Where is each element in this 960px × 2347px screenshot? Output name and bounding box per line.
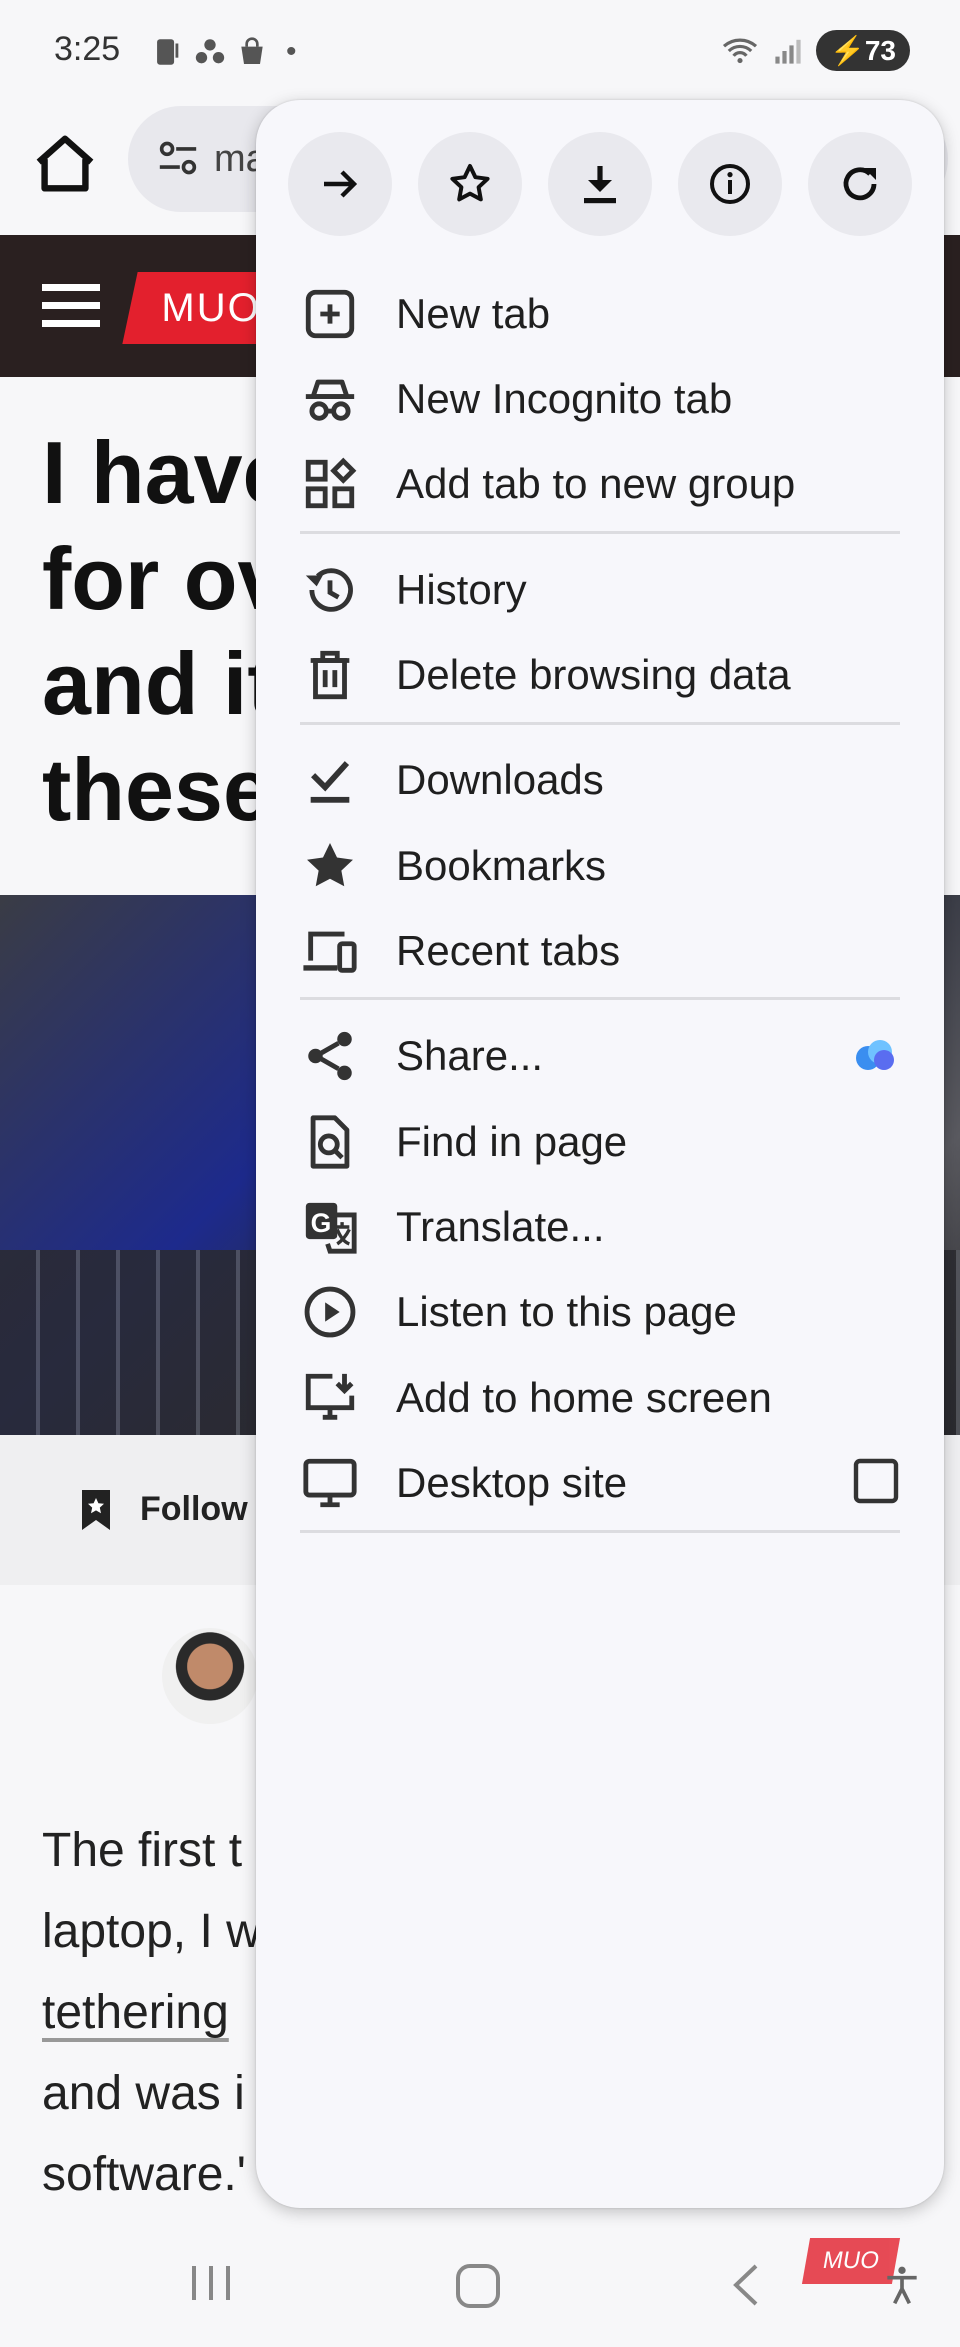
menu-item-label: Share...: [396, 1032, 544, 1079]
find-in-page-icon: [300, 1112, 360, 1172]
cloud-share-icon[interactable]: [850, 1034, 900, 1079]
bookmark-page-button[interactable]: [418, 132, 522, 236]
desktop-icon: [300, 1453, 360, 1513]
add-to-home-icon: [300, 1368, 360, 1428]
wifi-icon: [722, 38, 758, 63]
home-icon: [36, 135, 94, 192]
menu-item-label: Delete browsing data: [396, 651, 791, 698]
page-info-button[interactable]: [678, 132, 782, 236]
community-icon: [195, 39, 225, 64]
recents-icon: [192, 2266, 230, 2300]
nav-home-button[interactable]: [456, 2264, 500, 2308]
menu-divider: [300, 1530, 900, 1533]
new-tab-icon: [300, 284, 360, 344]
status-dot: •: [286, 35, 297, 68]
translate-icon: G: [300, 1197, 360, 1257]
incognito-icon: [300, 369, 360, 429]
menu-item-label: Translate...: [396, 1203, 605, 1250]
notification-icons: •: [150, 32, 297, 72]
menu-item-desktop-site[interactable]: Desktop site: [256, 1433, 944, 1533]
forward-button[interactable]: [288, 132, 392, 236]
nav-back-button[interactable]: [730, 2262, 760, 2308]
menu-item-label: Add to home screen: [396, 1374, 772, 1421]
svg-text:G: G: [311, 1208, 332, 1238]
trash-icon: [300, 645, 360, 705]
home-button[interactable]: [30, 130, 100, 200]
menu-item-label: New Incognito tab: [396, 375, 733, 422]
download-page-button[interactable]: [548, 132, 652, 236]
star-outline-icon: [450, 164, 490, 202]
signal-icon: [775, 39, 801, 64]
devices-icon: [300, 921, 360, 981]
desktop-site-checkbox[interactable]: [852, 1457, 900, 1510]
menu-divider: [300, 531, 900, 534]
system-status: ⚡73: [720, 30, 910, 71]
overflow-menu: New tab New Incognito tab Add tab to new…: [256, 100, 944, 2208]
menu-item-label: History: [396, 566, 527, 613]
menu-item-label: Downloads: [396, 756, 604, 803]
back-chevron-icon: [733, 2264, 758, 2306]
bookmark-star-icon: [300, 836, 360, 896]
info-icon: [710, 164, 750, 204]
downloads-icon: [300, 750, 360, 810]
menu-item-listen-to-page[interactable]: Listen to this page: [256, 1262, 944, 1362]
menu-divider: [300, 997, 900, 1000]
author-avatar[interactable]: [162, 1628, 258, 1724]
menu-item-label: New tab: [396, 290, 551, 337]
menu-item-downloads[interactable]: Downloads: [256, 730, 944, 830]
menu-item-share[interactable]: Share...: [256, 1006, 944, 1106]
reload-icon: [843, 167, 877, 201]
tab-group-icon: [300, 454, 360, 514]
status-time: 3:25: [54, 30, 121, 68]
phone-icon: [157, 39, 179, 65]
shopping-bag-icon: [241, 37, 263, 64]
reload-button[interactable]: [808, 132, 912, 236]
accessibility-button[interactable]: [880, 2262, 924, 2308]
menu-item-delete-browsing-data[interactable]: Delete browsing data: [256, 625, 944, 725]
menu-item-label: Bookmarks: [396, 842, 607, 889]
menu-item-label: Listen to this page: [396, 1288, 737, 1335]
battery-level: 73: [864, 35, 896, 66]
follow-bookmark-icon[interactable]: [80, 1488, 112, 1532]
share-icon: [300, 1026, 360, 1086]
download-icon: [584, 166, 616, 204]
menu-divider: [300, 722, 900, 725]
battery-indicator: ⚡73: [815, 30, 910, 71]
history-icon: [300, 560, 360, 620]
menu-item-label: Recent tabs: [396, 927, 621, 974]
follow-button[interactable]: Follow: [140, 1490, 248, 1529]
recents-button[interactable]: [188, 2262, 234, 2304]
menu-item-add-tab-to-group[interactable]: Add tab to new group: [256, 434, 944, 534]
play-circle-icon: [300, 1282, 360, 1342]
menu-item-label: Find in page: [396, 1118, 628, 1165]
menu-item-recent-tabs[interactable]: Recent tabs: [256, 901, 944, 1001]
menu-icon[interactable]: [42, 282, 100, 330]
menu-item-label: Desktop site: [396, 1459, 628, 1506]
site-settings-icon[interactable]: [156, 138, 200, 178]
menu-action-row: [288, 132, 912, 236]
menu-item-label: Add tab to new group: [396, 460, 796, 507]
accessibility-icon: [887, 2266, 917, 2305]
forward-icon: [324, 170, 358, 198]
